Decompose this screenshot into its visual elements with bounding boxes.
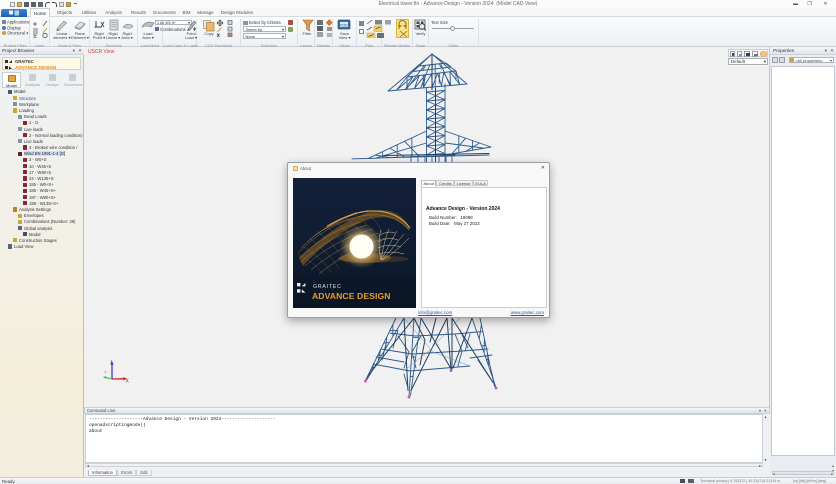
svg-text:X: X: [126, 379, 130, 385]
svg-text:ADVANCE DESIGN: ADVANCE DESIGN: [312, 291, 391, 301]
svg-text:Y: Y: [104, 370, 107, 375]
svg-text:GRAITEC: GRAITEC: [313, 284, 342, 290]
svg-text:FOD: FOD: [340, 23, 348, 27]
